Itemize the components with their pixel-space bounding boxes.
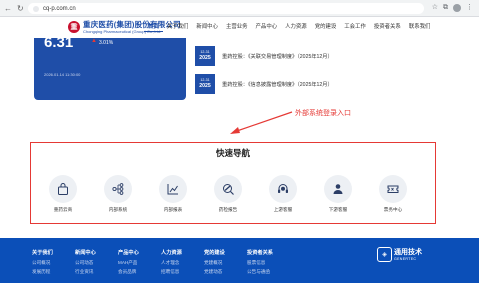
footer-link[interactable]: 党建动态 [204,269,225,275]
stock-time: 2026.01.14 11:30:00 [44,72,81,77]
quick-nav-item-yunshang[interactable]: 重药云商 [43,175,83,213]
news-date: 12-31 2025 [195,74,215,94]
footer-link[interactable]: 发展历程 [32,269,53,275]
stock-change: 3.01% [99,40,114,46]
headset-icon [269,175,297,203]
nav-hr[interactable]: 人力资源 [281,23,311,32]
quick-nav-section: 快速导航 重药云商 内部系统 内部报表 药检报告 上游客服 下游客服 票务中心 [30,142,436,224]
quick-nav-item-reports[interactable]: 内部报表 [153,175,193,213]
news-date-year: 2025 [199,55,211,61]
main-nav: 首页 关于我们 新闻中心 主营业务 产品中心 人力资源 党的建设 工会工作 投资… [144,23,434,32]
shopping-bag-icon [49,175,77,203]
footer-link[interactable]: 党建概况 [204,260,225,266]
footer-link[interactable]: 招聘信息 [161,269,182,275]
footer-col-head[interactable]: 产品中心 [118,250,139,257]
browser-nav: ← ↻ [4,4,24,13]
profile-avatar[interactable] [453,4,461,12]
quick-nav-item-inspection[interactable]: 药检报告 [208,175,248,213]
footer-link[interactable]: 公司概况 [32,260,53,266]
news-list: 12-31 2025 重药控股：《关联交易管理制度》（2025年12月） 12-… [190,38,440,100]
news-date-year: 2025 [199,83,211,89]
site-footer: 关于我们 公司概况 发展历程 新闻中心 公司动态 行业资讯 产品中心 MAH产品… [0,238,479,283]
annotation-arrow-icon [230,111,293,134]
quick-nav-label: 药检报告 [218,207,238,212]
footer-link[interactable]: 人才理念 [161,260,182,266]
quick-nav-title: 快速导航 [215,148,250,158]
footer-col-head[interactable]: 新闻中心 [75,250,96,257]
footer-logo[interactable]: ◈ 通用技术 GENERTEC [377,247,422,262]
footer-col-about: 关于我们 公司概况 发展历程 [32,250,53,275]
footer-col-head[interactable]: 投资者关系 [247,250,273,257]
news-item[interactable]: 12-31 2025 重药控股：《关联交易管理制度》（2025年12月） [195,46,333,66]
browser-toolbar: ← ↻ cq-p.com.cn ☆ ⧉ ⋮ [0,0,479,17]
footer-link[interactable]: MAH产品 [118,260,139,266]
nav-investors[interactable]: 投资者关系 [370,23,405,32]
quick-nav-label: 下游客服 [328,207,348,212]
more-menu-icon[interactable]: ⋮ [466,4,473,12]
up-arrow-icon: ▲ [91,38,97,44]
star-icon[interactable]: ☆ [432,4,438,12]
quick-nav-item-internal[interactable]: 内部系统 [98,175,138,213]
footer-col-head[interactable]: 关于我们 [32,250,53,257]
quick-nav-item-downstream-service[interactable]: 下游客服 [318,175,358,213]
footer-link[interactable]: 公司动态 [75,260,96,266]
nav-business[interactable]: 主营业务 [222,23,252,32]
nav-union[interactable]: 工会工作 [340,23,370,32]
news-item[interactable]: 12-31 2025 重药控股：《信息披露管理制度》（2025年12月） [195,74,333,94]
site-info-icon[interactable] [33,5,39,12]
pill-search-icon [214,175,242,203]
footer-link[interactable]: 会员品牌 [118,269,139,275]
url-text: cq-p.com.cn [43,5,76,12]
nav-news[interactable]: 新闻中心 [192,23,222,32]
back-arrow-icon[interactable]: ← [4,4,12,13]
reload-icon[interactable]: ↻ [17,4,24,13]
network-icon [104,175,132,203]
annotation-label: 外部系统登录入口 [295,110,351,117]
stock-price: 6.31 [44,34,74,51]
address-bar[interactable]: cq-p.com.cn [28,3,424,14]
footer-col-products: 产品中心 MAH产品 会员品牌 [118,250,139,275]
nav-home[interactable]: 首页 [144,23,163,32]
users-icon [324,175,352,203]
quick-nav-item-upstream-service[interactable]: 上游客服 [263,175,303,213]
quick-nav-label: 上游客服 [273,207,293,212]
logo-mark-icon: 重 [68,21,80,33]
quick-nav-label: 票务中心 [383,207,403,212]
footer-col-head[interactable]: 人力资源 [161,250,182,257]
stock-card: 6.31 ▲ 3.01% 2026.01.14 11:30:00 [34,34,186,100]
footer-col-news: 新闻中心 公司动态 行业资讯 [75,250,96,275]
footer-link[interactable]: 股票信息 [247,260,273,266]
quick-nav-label: 重药云商 [53,207,73,212]
footer-col-head[interactable]: 党的建设 [204,250,225,257]
footer-link[interactable]: 行业资讯 [75,269,96,275]
chart-icon [159,175,187,203]
genertec-logo-icon: ◈ [377,247,392,262]
quick-nav-label: 内部报表 [163,207,183,212]
news-title[interactable]: 重药控股：《信息披露管理制度》（2025年12月） [222,81,333,88]
nav-about[interactable]: 关于我们 [163,23,193,32]
footer-col-investors: 投资者关系 股票信息 公告与通函 [247,250,273,275]
news-title[interactable]: 重药控股：《关联交易管理制度》（2025年12月） [222,53,333,60]
nav-contact[interactable]: 联系我们 [405,23,435,32]
footer-col-party: 党的建设 党建概况 党建动态 [204,250,225,275]
footer-col-hr: 人力资源 人才理念 招聘信息 [161,250,182,275]
ticket-icon [379,175,407,203]
nav-party[interactable]: 党的建设 [311,23,341,32]
footer-logo-en: GENERTEC [394,256,417,261]
footer-logo-cn: 通用技术 [394,248,422,256]
quick-nav-label: 内部系统 [108,207,128,212]
extensions-icon[interactable]: ⧉ [443,4,448,12]
footer-link[interactable]: 公告与通函 [247,269,273,275]
nav-products[interactable]: 产品中心 [252,23,282,32]
news-date: 12-31 2025 [195,46,215,66]
browser-actions: ☆ ⧉ ⋮ [432,4,473,12]
quick-nav-item-ticket-center[interactable]: 票务中心 [373,175,413,213]
